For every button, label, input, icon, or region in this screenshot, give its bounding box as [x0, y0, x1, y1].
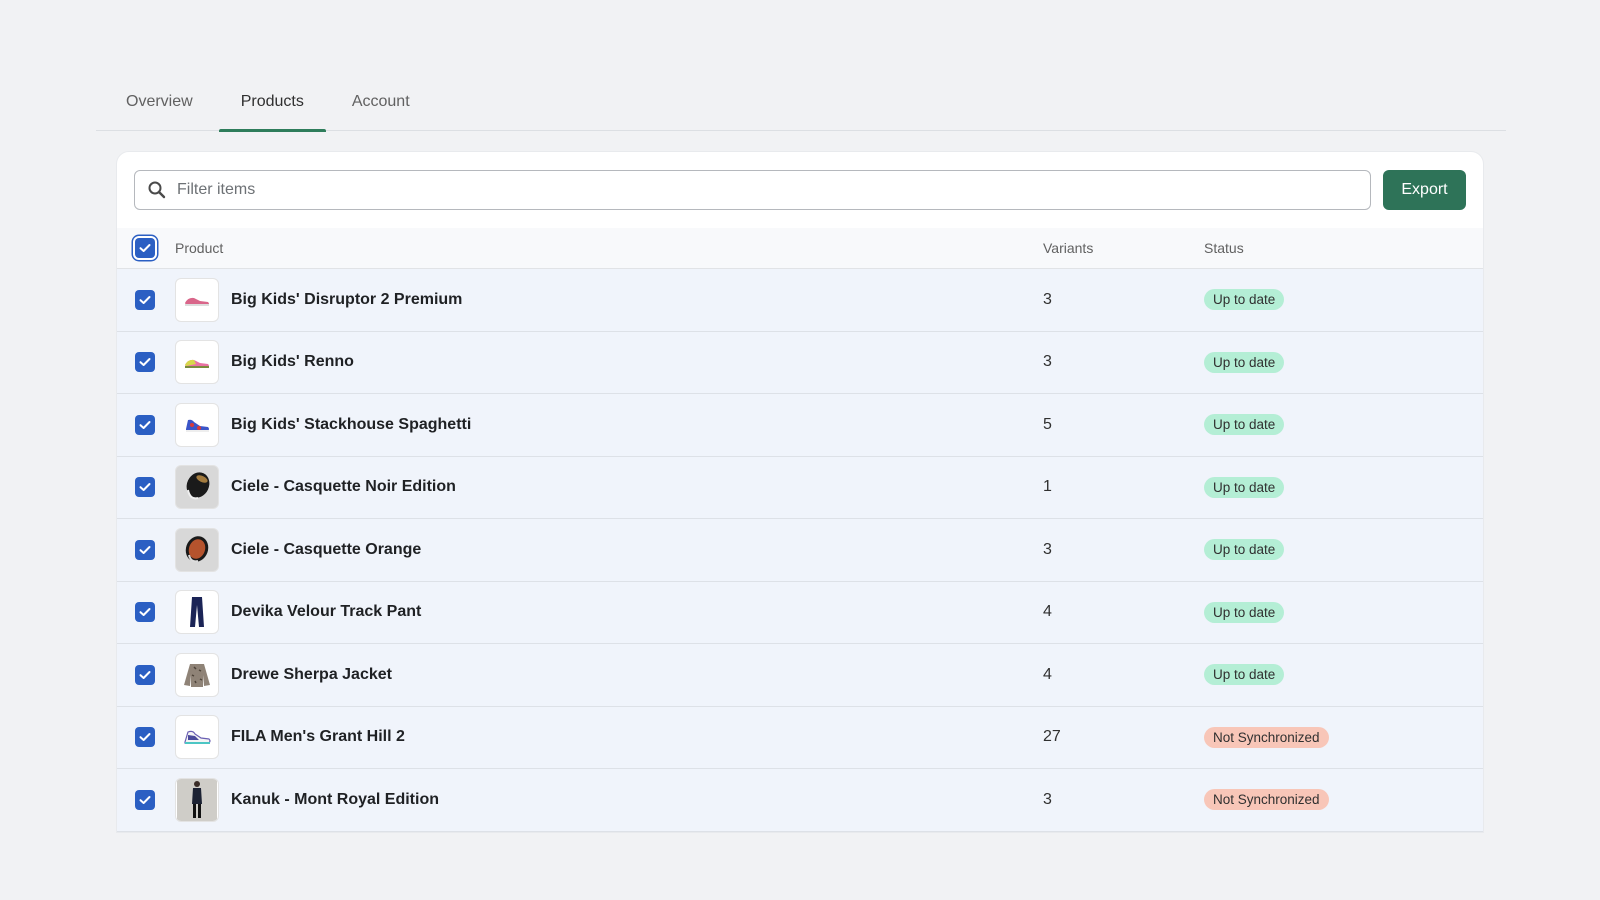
product-name[interactable]: Big Kids' Renno — [231, 353, 354, 371]
product-name[interactable]: FILA Men's Grant Hill 2 — [231, 728, 405, 746]
product-thumbnail — [175, 277, 219, 322]
status-badge: Up to date — [1204, 414, 1285, 436]
table-row[interactable]: Drewe Sherpa Jacket 4 Up to date — [117, 644, 1483, 707]
table-row[interactable]: Big Kids' Stackhouse Spaghetti 5 Up to d… — [117, 394, 1483, 457]
black-cap-image — [186, 472, 210, 500]
products-card: Export Product Variants Status Big Kids'… — [117, 152, 1483, 832]
variant-count: 5 — [1043, 415, 1052, 433]
row-checkbox[interactable] — [135, 477, 155, 498]
navy-pants-image — [190, 597, 204, 628]
toolbar: Export — [117, 152, 1483, 228]
checkmark-icon — [139, 608, 151, 617]
product-name[interactable]: Devika Velour Track Pant — [231, 603, 421, 621]
row-checkbox[interactable] — [135, 539, 155, 560]
select-all-checkbox[interactable] — [135, 238, 155, 258]
product-name[interactable]: Drewe Sherpa Jacket — [231, 666, 392, 684]
row-checkbox[interactable] — [135, 352, 155, 373]
orange-cap-image — [185, 535, 209, 563]
product-thumbnail — [175, 715, 219, 760]
product-thumbnail — [175, 590, 219, 635]
table-row[interactable]: Kanuk - Mont Royal Edition 3 Not Synchro… — [117, 769, 1483, 832]
white-purple-sneaker-image — [184, 730, 211, 745]
checkmark-icon — [139, 545, 151, 554]
product-thumbnail — [175, 340, 219, 385]
tab-label: Account — [351, 93, 410, 110]
status-badge: Up to date — [1204, 351, 1285, 373]
variant-count: 4 — [1043, 665, 1052, 683]
table-row[interactable]: Ciele - Casquette Orange 3 Up to date — [117, 519, 1483, 582]
status-badge: Up to date — [1204, 476, 1285, 498]
product-thumbnail — [175, 652, 219, 697]
search-field[interactable] — [134, 170, 1371, 210]
checkmark-icon — [139, 795, 151, 804]
product-thumbnail — [175, 465, 219, 510]
row-checkbox[interactable] — [135, 789, 155, 810]
tab-label: Overview — [126, 93, 193, 110]
status-badge: Up to date — [1204, 601, 1285, 623]
table-header: Product Variants Status — [117, 228, 1483, 269]
row-checkbox[interactable] — [135, 414, 155, 435]
search-input[interactable] — [177, 181, 1358, 199]
product-name[interactable]: Big Kids' Disruptor 2 Premium — [231, 291, 462, 309]
product-thumbnail — [175, 402, 219, 447]
tab-products[interactable]: Products — [217, 80, 328, 132]
table-row[interactable]: Ciele - Casquette Noir Edition 1 Up to d… — [117, 456, 1483, 519]
checkmark-icon — [139, 483, 151, 492]
checkmark-icon — [139, 670, 151, 679]
variant-count: 27 — [1043, 728, 1061, 746]
status-badge: Up to date — [1204, 664, 1285, 686]
product-name[interactable]: Ciele - Casquette Noir Edition — [231, 478, 456, 496]
product-name[interactable]: Ciele - Casquette Orange — [231, 541, 421, 559]
table-row[interactable]: Devika Velour Track Pant 4 Up to date — [117, 581, 1483, 644]
table-row[interactable]: FILA Men's Grant Hill 2 27 Not Synchroni… — [117, 706, 1483, 769]
header-variants[interactable]: Variants — [1043, 240, 1204, 256]
status-badge: Up to date — [1204, 289, 1285, 311]
header-product[interactable]: Product — [175, 240, 1043, 256]
product-name[interactable]: Kanuk - Mont Royal Edition — [231, 791, 439, 809]
variant-count: 3 — [1043, 540, 1052, 558]
tab-label: Products — [240, 93, 304, 110]
variant-count: 3 — [1043, 353, 1052, 371]
yellow-pink-sneaker-image — [185, 360, 209, 369]
coat-model-image — [177, 778, 217, 821]
product-thumbnail — [175, 777, 219, 822]
variant-count: 1 — [1043, 478, 1052, 496]
sherpa-jacket-image — [184, 663, 210, 687]
checkmark-icon — [139, 244, 151, 252]
checkmark-icon — [139, 420, 151, 429]
variant-count: 3 — [1043, 790, 1052, 808]
checkmark-icon — [139, 358, 151, 367]
table-row[interactable]: Big Kids' Renno 3 Up to date — [117, 331, 1483, 394]
tab-bar: Overview Products Account — [96, 80, 1506, 132]
variant-count: 3 — [1043, 290, 1052, 308]
row-checkbox[interactable] — [135, 289, 155, 310]
pink-sneaker-image — [185, 297, 209, 306]
status-badge: Up to date — [1204, 539, 1285, 561]
blue-red-sneaker-image — [186, 419, 209, 432]
header-status[interactable]: Status — [1204, 240, 1483, 256]
row-checkbox[interactable] — [135, 727, 155, 748]
search-icon — [148, 181, 166, 199]
product-name[interactable]: Big Kids' Stackhouse Spaghetti — [231, 416, 471, 434]
tab-overview[interactable]: Overview — [96, 80, 217, 130]
table-row[interactable]: Big Kids' Disruptor 2 Premium 3 Up to da… — [117, 269, 1483, 332]
row-checkbox[interactable] — [135, 602, 155, 623]
product-thumbnail — [175, 527, 219, 572]
checkmark-icon — [139, 733, 151, 742]
row-checkbox[interactable] — [135, 664, 155, 685]
status-badge: Not Synchronized — [1204, 726, 1329, 748]
checkmark-icon — [139, 295, 151, 304]
table-body: Big Kids' Disruptor 2 Premium 3 Up to da… — [117, 269, 1483, 832]
status-badge: Not Synchronized — [1204, 789, 1329, 811]
tab-account[interactable]: Account — [328, 80, 434, 130]
export-button[interactable]: Export — [1383, 170, 1466, 210]
variant-count: 4 — [1043, 603, 1052, 621]
